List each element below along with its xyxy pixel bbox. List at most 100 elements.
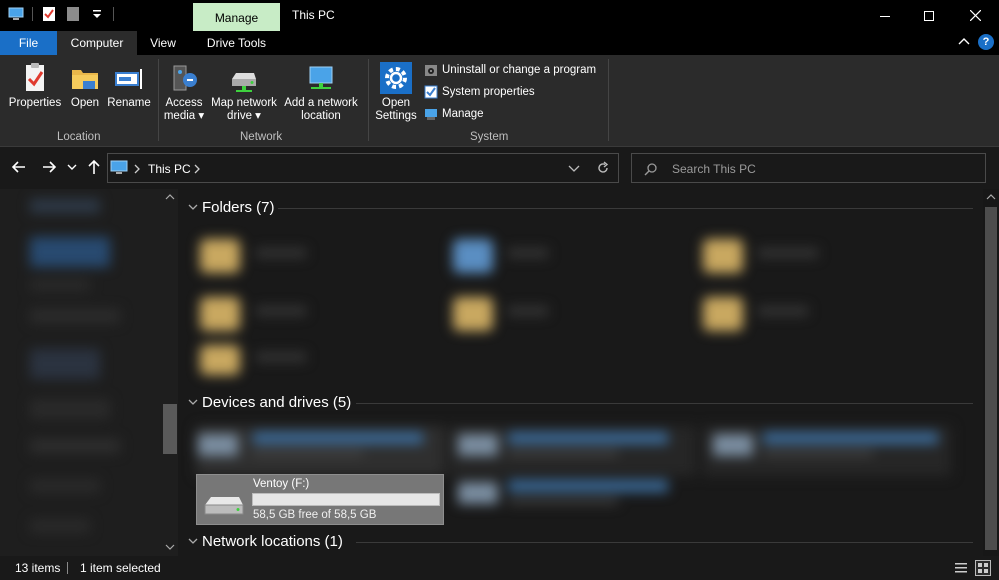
minimize-icon xyxy=(880,15,890,17)
qa-divider-2 xyxy=(113,7,114,21)
tab-view[interactable]: View xyxy=(137,31,189,55)
forward-arrow-icon[interactable] xyxy=(40,158,58,176)
refresh-icon[interactable] xyxy=(596,161,610,175)
new-folder-qa-icon[interactable] xyxy=(65,6,81,22)
properties-qa-icon[interactable] xyxy=(41,6,57,22)
properties-icon xyxy=(26,63,44,91)
content-scroll-thumb[interactable] xyxy=(985,207,997,550)
uninstall-program-button[interactable]: Uninstall or change a program xyxy=(424,63,596,77)
address-bar[interactable]: This PC xyxy=(107,153,619,183)
maximize-button[interactable] xyxy=(906,0,952,31)
network-drive-icon xyxy=(232,73,256,92)
map-drive-dropdown-icon: ▾ xyxy=(251,110,261,122)
breadcrumb-separator-icon[interactable] xyxy=(133,164,141,174)
address-history-dropdown-icon[interactable] xyxy=(568,164,580,174)
breadcrumb-separator-icon-2[interactable] xyxy=(193,164,201,174)
map-drive-label-2: drive xyxy=(227,110,252,122)
status-separator xyxy=(67,562,68,574)
navigation-pane-scroll-thumb[interactable] xyxy=(163,404,177,454)
add-location-label-2: location xyxy=(301,110,341,122)
recent-locations-chevron-icon[interactable] xyxy=(66,158,78,176)
up-arrow-icon[interactable] xyxy=(85,158,103,176)
status-bar: 13 items 1 item selected xyxy=(0,556,999,580)
tab-file[interactable]: File xyxy=(0,31,57,55)
devices-section-header[interactable]: Devices and drives (5) xyxy=(202,394,351,411)
properties-button[interactable]: Properties xyxy=(8,62,62,110)
this-pc-icon[interactable] xyxy=(8,6,24,22)
folders-section-header[interactable]: Folders (7) xyxy=(202,199,275,216)
add-network-location-button[interactable]: Add a network location xyxy=(282,62,360,123)
ribbon-computer: Properties Open Rename Location Access m… xyxy=(0,55,999,147)
settings-gear-icon xyxy=(380,62,412,94)
network-collapse-chevron-icon[interactable] xyxy=(188,537,198,545)
map-drive-label-1: Map network xyxy=(211,97,277,109)
rename-icon xyxy=(115,69,142,89)
large-icons-view-icon[interactable] xyxy=(975,560,991,576)
rename-label: Rename xyxy=(107,97,151,109)
access-media-button[interactable]: Access media ▾ xyxy=(163,62,205,123)
open-settings-label-1: Open xyxy=(381,97,411,109)
close-icon xyxy=(969,10,981,21)
this-pc-address-icon xyxy=(110,160,128,174)
search-icon xyxy=(644,163,657,176)
network-section-header[interactable]: Network locations (1) xyxy=(202,533,343,550)
system-properties-label: System properties xyxy=(442,86,535,98)
navigation-pane[interactable] xyxy=(0,189,178,556)
breadcrumb-this-pc[interactable]: This PC xyxy=(148,162,191,176)
scroll-down-icon[interactable] xyxy=(165,543,175,551)
maximize-icon xyxy=(924,10,934,21)
search-input[interactable]: Search This PC xyxy=(631,153,986,183)
group-separator xyxy=(158,59,159,141)
details-view-icon[interactable] xyxy=(954,561,968,575)
context-tab-manage-header: Manage xyxy=(193,3,280,31)
selection-count: 1 item selected xyxy=(80,561,161,575)
folders-header-line xyxy=(278,208,973,209)
window-title: This PC xyxy=(292,8,335,22)
network-group-label: Network xyxy=(240,131,283,143)
manage-icon xyxy=(425,109,437,120)
minimize-button[interactable] xyxy=(862,0,908,31)
help-button[interactable]: ? xyxy=(978,34,994,50)
back-arrow-icon[interactable] xyxy=(10,158,28,176)
drive-name: Ventoy (F:) xyxy=(253,478,310,490)
properties-label: Properties xyxy=(8,97,62,109)
devices-collapse-chevron-icon[interactable] xyxy=(188,398,198,406)
rename-button[interactable]: Rename xyxy=(107,62,151,110)
folders-collapse-chevron-icon[interactable] xyxy=(188,203,198,211)
access-media-icon xyxy=(173,65,197,91)
add-location-label-1: Add a network xyxy=(284,97,358,109)
customize-qa-dropdown-icon[interactable] xyxy=(89,6,105,22)
map-network-drive-button[interactable]: Map network drive ▾ xyxy=(208,62,280,123)
drive-usage-bar xyxy=(252,493,440,506)
access-media-label-2: media xyxy=(163,110,196,122)
scroll-up-icon[interactable] xyxy=(165,193,175,201)
system-properties-icon xyxy=(424,85,438,99)
navigation-pane-scrollbar[interactable] xyxy=(162,189,178,556)
close-button[interactable] xyxy=(952,0,998,31)
manage-button[interactable]: Manage xyxy=(424,107,484,121)
open-settings-button[interactable]: Open Settings xyxy=(373,62,419,123)
tab-drive-tools[interactable]: Drive Tools xyxy=(193,31,280,55)
tab-computer[interactable]: Computer xyxy=(57,31,137,55)
content-scroll-up-icon[interactable] xyxy=(986,193,996,201)
access-media-dropdown-icon: ▾ xyxy=(195,110,205,122)
devices-header-line xyxy=(356,403,973,404)
collapse-ribbon-chevron-icon[interactable] xyxy=(958,36,970,48)
navigation-bar: This PC Search This PC xyxy=(0,147,999,189)
ribbon-tab-row: File Computer View Drive Tools ? xyxy=(0,31,999,55)
open-settings-label-2: Settings xyxy=(375,110,417,122)
item-count: 13 items xyxy=(15,561,61,575)
open-label: Open xyxy=(70,97,100,109)
drive-tile-ventoy[interactable]: Ventoy (F:) 58,5 GB free of 58,5 GB xyxy=(196,474,444,525)
drive-free-space: 58,5 GB free of 58,5 GB xyxy=(253,509,377,521)
open-button[interactable]: Open xyxy=(68,62,102,110)
qa-divider xyxy=(32,7,33,21)
manage-label: Manage xyxy=(442,108,484,120)
group-separator-3 xyxy=(608,59,609,141)
quick-access-toolbar xyxy=(8,6,114,22)
uninstall-icon xyxy=(425,65,437,76)
add-network-location-icon xyxy=(309,66,333,89)
uninstall-label: Uninstall or change a program xyxy=(442,64,597,76)
system-properties-button[interactable]: System properties xyxy=(424,85,535,99)
access-media-label-1: Access xyxy=(165,97,203,109)
